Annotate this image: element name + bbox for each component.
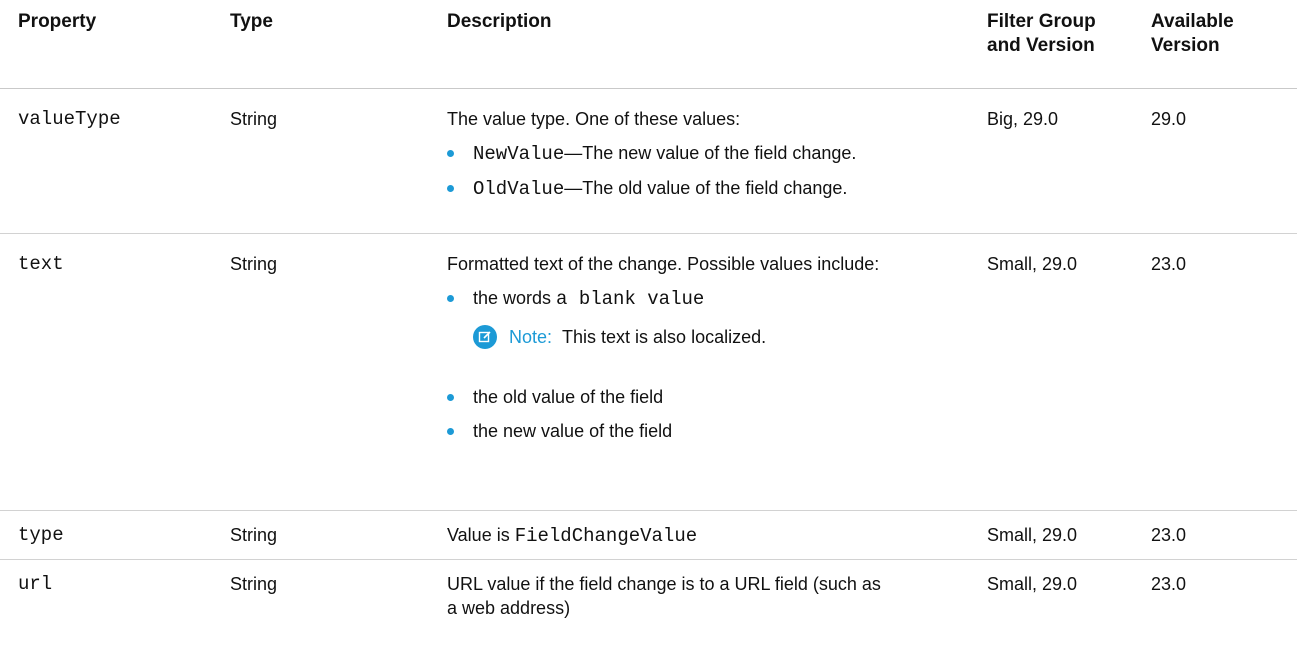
property-name: type [18,524,64,546]
value-code: FieldChangeValue [514,525,698,547]
value-list: NewValue—The new value of the field chan… [447,141,977,201]
note-callout: Note: This text is also localized. [473,325,977,349]
property-name: text [18,253,64,275]
property-description: URL value if the field change is to a UR… [447,572,977,620]
header-available-line2: Version [1151,35,1220,56]
description-intro: Formatted text of the change. Possible v… [447,254,880,274]
property-type: String [230,109,278,129]
value-list: the old value of the field the new value… [447,385,977,443]
header-filter-group: Filter Group and Version [987,10,1096,58]
header-description: Description [447,11,552,32]
filter-group-version: Big, 29.0 [987,109,1059,129]
property-description: Value is FieldChangeValue [447,523,977,548]
filter-group-version: Small, 29.0 [987,574,1078,594]
property-type: String [230,254,278,274]
property-description: Formatted text of the change. Possible v… [447,252,977,443]
description-intro: The value type. One of these values: [447,109,741,129]
description-line1: URL value if the field change is to a UR… [447,574,881,594]
list-item: the words a blank value [447,286,977,311]
list-item: OldValue—The old value of the field chan… [447,176,977,201]
available-version: 23.0 [1151,574,1187,594]
description-prefix: Value is [447,525,515,545]
list-item: the new value of the field [447,419,977,443]
filter-group-version: Small, 29.0 [987,525,1078,545]
header-available-version: Available Version [1151,10,1234,58]
note-text: This text is also localized. [562,327,767,347]
value-text: —The new value of the field change. [564,143,857,163]
table-row: valueType String The value type. One of … [0,89,1297,234]
property-type: String [230,574,278,594]
value-code: OldValue [473,178,565,200]
table-row: url String URL value if the field change… [0,560,1297,650]
property-name: url [18,573,53,595]
table-header: Property Type Description Filter Group a… [0,0,1297,89]
description-line2: a web address) [447,598,571,618]
list-item: NewValue—The new value of the field chan… [447,141,977,166]
table-row: type String Value is FieldChangeValue Sm… [0,511,1297,560]
header-type: Type [230,11,273,32]
property-name: valueType [18,108,121,130]
table-row: text String Formatted text of the change… [0,234,1297,511]
available-version: 23.0 [1151,254,1187,274]
header-filter-line1: Filter Group [987,11,1096,32]
value-code: a blank value [556,288,705,310]
edit-note-icon [473,325,497,349]
header-available-line1: Available [1151,11,1234,32]
note-label: Note: [509,327,553,347]
available-version: 23.0 [1151,525,1187,545]
value-text: the words [473,288,557,308]
value-code: NewValue [473,143,565,165]
filter-group-version: Small, 29.0 [987,254,1078,274]
value-list: the words a blank value [447,286,977,311]
available-version: 29.0 [1151,109,1187,129]
list-item: the old value of the field [447,385,977,409]
value-text: —The old value of the field change. [564,178,848,198]
property-description: The value type. One of these values: New… [447,107,977,201]
header-filter-line2: and Version [987,35,1095,56]
header-property: Property [18,11,97,32]
property-type: String [230,525,278,545]
